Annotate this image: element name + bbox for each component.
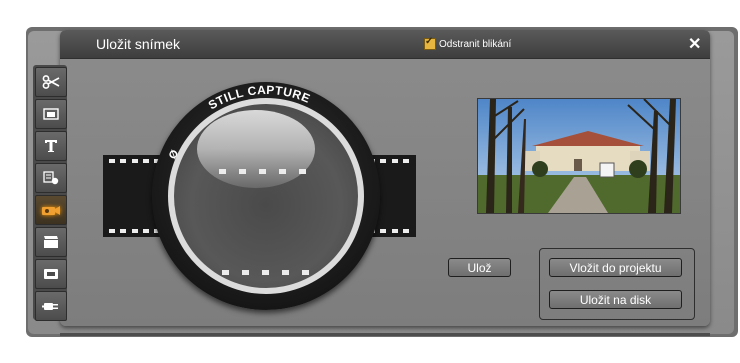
tool-button-scissors[interactable] bbox=[35, 67, 67, 97]
lens-film-perforation bbox=[239, 169, 246, 174]
preview-image bbox=[478, 99, 680, 213]
save-to-disk-button[interactable]: Uložit na disk bbox=[549, 290, 682, 309]
overlay-icon bbox=[43, 108, 59, 120]
film-perforation bbox=[380, 229, 387, 233]
scissors-icon bbox=[42, 75, 60, 89]
title-icon bbox=[45, 140, 57, 152]
plug-icon bbox=[42, 303, 58, 310]
titlebar: Uložit snímek Odstranit blikání ✕ bbox=[60, 30, 710, 59]
panel-title: Uložit snímek bbox=[96, 36, 181, 52]
lens-film-perforation bbox=[219, 169, 226, 174]
tool-sidebar bbox=[33, 65, 67, 321]
close-button[interactable]: ✕ bbox=[688, 34, 701, 54]
film-perforation bbox=[391, 229, 398, 233]
film-perforation bbox=[402, 159, 409, 163]
clapperboard-icon bbox=[44, 236, 58, 248]
lens-film-perforation bbox=[222, 270, 229, 275]
lens-film-perforation bbox=[202, 270, 209, 275]
lens-film-perforation bbox=[282, 270, 289, 275]
tool-button-camera[interactable] bbox=[35, 195, 67, 225]
tool-button-screen[interactable] bbox=[35, 259, 67, 289]
remove-flicker-label: Odstranit blikání bbox=[439, 38, 512, 50]
tool-button-overlay[interactable] bbox=[35, 99, 67, 129]
lens-film-perforation bbox=[322, 270, 329, 275]
film-perforation bbox=[391, 159, 398, 163]
lens-glare bbox=[197, 110, 315, 188]
checkbox-icon[interactable] bbox=[424, 36, 436, 50]
tool-button-sound[interactable] bbox=[35, 163, 67, 193]
screen-icon bbox=[44, 269, 58, 279]
lens-film-perforation bbox=[262, 270, 269, 275]
lens-film-perforation bbox=[302, 270, 309, 275]
captured-frame-preview bbox=[477, 98, 681, 214]
film-perforation bbox=[142, 229, 149, 233]
film-perforation bbox=[402, 229, 409, 233]
panel-bottom-border bbox=[60, 333, 710, 336]
film-perforation bbox=[142, 159, 149, 163]
lens-viewport bbox=[174, 104, 358, 288]
tool-button-title[interactable] bbox=[35, 131, 67, 161]
lens-film-perforation bbox=[242, 270, 249, 275]
lens-film-perforation bbox=[279, 169, 286, 174]
tool-button-plug[interactable] bbox=[35, 291, 67, 321]
sound-effects-icon bbox=[43, 171, 59, 185]
film-perforation bbox=[120, 229, 127, 233]
camera-icon bbox=[42, 205, 60, 215]
remove-flicker-toggle[interactable]: Odstranit blikání bbox=[424, 36, 512, 50]
film-perforation bbox=[120, 159, 127, 163]
film-perforation bbox=[131, 229, 138, 233]
film-perforation bbox=[380, 159, 387, 163]
tool-button-clapper[interactable] bbox=[35, 227, 67, 257]
lens-film-perforation bbox=[299, 169, 306, 174]
film-perforation bbox=[131, 159, 138, 163]
film-perforation bbox=[109, 159, 115, 163]
film-perforation bbox=[109, 229, 115, 233]
save-button[interactable]: Ulož bbox=[448, 258, 511, 277]
lens-film-perforation bbox=[259, 169, 266, 174]
insert-to-project-button[interactable]: Vložit do projektu bbox=[549, 258, 682, 277]
